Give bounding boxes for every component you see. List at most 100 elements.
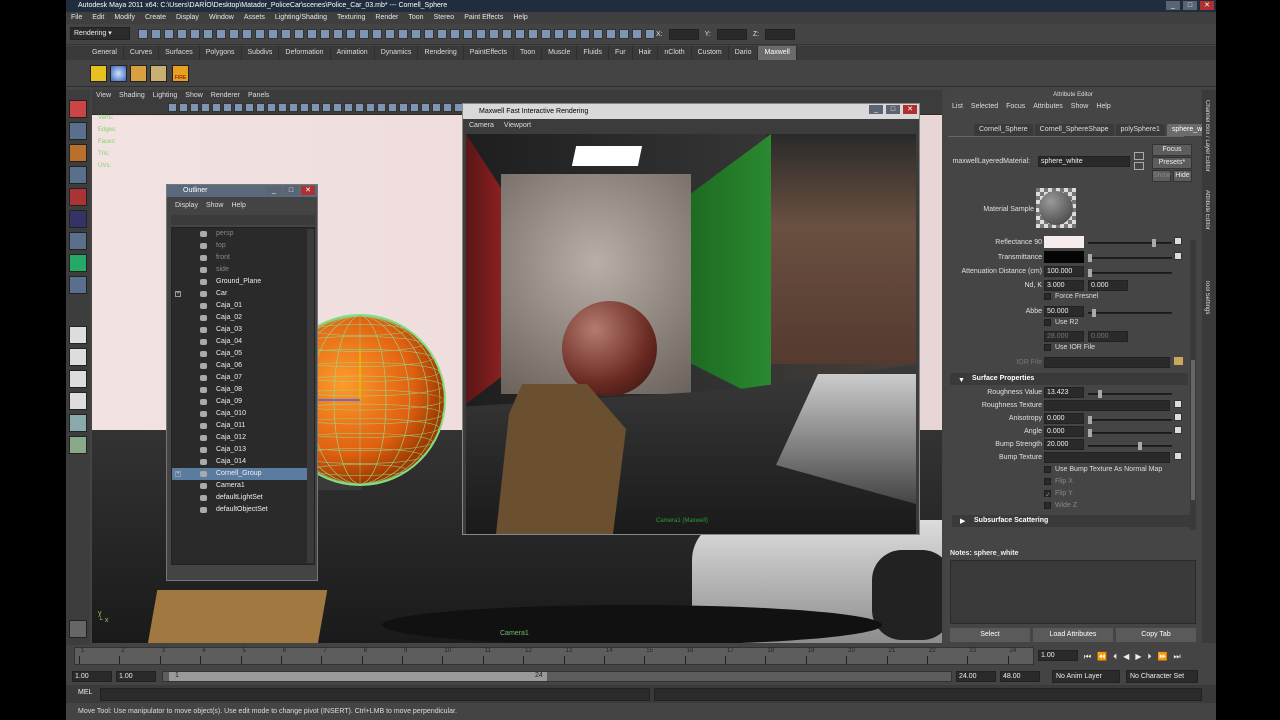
- status-tool-icon[interactable]: [489, 29, 499, 39]
- command-input[interactable]: [100, 688, 650, 701]
- graph-layout-icon[interactable]: [69, 436, 87, 454]
- folder-icon[interactable]: [1174, 357, 1183, 365]
- shelf-tab-fur[interactable]: Fur: [609, 46, 633, 60]
- menu-create[interactable]: Create: [140, 12, 171, 24]
- outliner-item[interactable]: + Car: [172, 288, 308, 300]
- viewport-tool-icon[interactable]: [278, 103, 287, 112]
- outliner-item[interactable]: top: [172, 240, 308, 252]
- gear-icon[interactable]: [69, 620, 87, 638]
- viewport-menu-view[interactable]: View: [92, 90, 115, 102]
- roughness-slider[interactable]: [1088, 390, 1172, 398]
- attenuation-slider[interactable]: [1088, 269, 1172, 277]
- status-tool-icon[interactable]: [333, 29, 343, 39]
- play-back-icon[interactable]: ◀: [1123, 652, 1129, 662]
- transmittance-map-icon[interactable]: [1174, 252, 1182, 260]
- outliner-layout-icon[interactable]: [69, 414, 87, 432]
- r2-angle-field[interactable]: 28.000: [1044, 331, 1084, 342]
- flip-y-checkbox[interactable]: ✓: [1044, 490, 1051, 499]
- outliner-item[interactable]: Caja_07: [172, 372, 308, 384]
- outliner-close-button[interactable]: ✕: [301, 186, 315, 195]
- character-set-dropdown[interactable]: No Character Set: [1126, 670, 1198, 683]
- time-slider[interactable]: 1 2 3 4 5 6 7 8 9 10 11 12 13 14 15 16 17 18 19 20 21 22 23 24 …: [66, 645, 1216, 667]
- transmittance-swatch[interactable]: [1044, 251, 1084, 263]
- status-tool-icon[interactable]: [255, 29, 265, 39]
- outliner-item[interactable]: Caja_03: [172, 324, 308, 336]
- status-tool-icon[interactable]: [437, 29, 447, 39]
- force-fresnel-checkbox[interactable]: [1044, 293, 1051, 300]
- z-field[interactable]: [765, 29, 796, 40]
- outliner-item[interactable]: Caja_010: [172, 408, 308, 420]
- step-forward-icon[interactable]: ⏩: [1157, 652, 1167, 662]
- ae-tab-cornellsphere[interactable]: Cornell_Sphere: [974, 124, 1033, 136]
- status-tool-icon[interactable]: [359, 29, 369, 39]
- subsurface-section[interactable]: Subsurface Scattering: [952, 515, 1190, 527]
- bump-texture-field[interactable]: [1044, 452, 1170, 463]
- presets-button[interactable]: Presets*: [1152, 157, 1192, 169]
- viewport-tool-icon[interactable]: [443, 103, 452, 112]
- roughness-texture-field[interactable]: [1044, 400, 1170, 411]
- outliner-menu-display[interactable]: Display: [175, 197, 198, 215]
- outliner-item[interactable]: Ground_Plane: [172, 276, 308, 288]
- maxwell-menu-viewport[interactable]: Viewport: [504, 119, 531, 132]
- menu-window[interactable]: Window: [204, 12, 239, 24]
- bump-map-icon[interactable]: [1174, 452, 1182, 460]
- viewport-menu-renderer[interactable]: Renderer: [207, 90, 244, 102]
- range-track[interactable]: 1 24: [162, 671, 952, 682]
- bump-strength-field[interactable]: 20.000: [1044, 439, 1084, 450]
- viewport-tool-icon[interactable]: [190, 103, 199, 112]
- k-field[interactable]: 0.000: [1088, 280, 1128, 291]
- use-r2-row[interactable]: Use R2: [1044, 319, 1078, 326]
- status-tool-icon[interactable]: [268, 29, 278, 39]
- rotate-tool-icon[interactable]: [69, 188, 87, 206]
- viewport-tool-icon[interactable]: [300, 103, 309, 112]
- studio-icon[interactable]: [150, 65, 167, 82]
- angle-slider[interactable]: [1088, 429, 1172, 437]
- outliner-item[interactable]: Caja_09: [172, 396, 308, 408]
- viewport-menu-lighting[interactable]: Lighting: [149, 90, 182, 102]
- outliner-item[interactable]: Caja_014: [172, 456, 308, 468]
- shelf-tab-animation[interactable]: Animation: [331, 46, 375, 60]
- status-tool-icon[interactable]: [619, 29, 629, 39]
- shelf-tab-surfaces[interactable]: Surfaces: [159, 46, 200, 60]
- status-tool-icon[interactable]: [593, 29, 603, 39]
- ae-menu-help[interactable]: Help: [1096, 100, 1110, 113]
- flip-y-row[interactable]: ✓ Flip Y: [1044, 490, 1073, 499]
- ae-menu-attributes[interactable]: Attributes: [1033, 100, 1063, 113]
- side-by-side-icon[interactable]: [69, 370, 87, 388]
- outliner-item[interactable]: Caja_08: [172, 384, 308, 396]
- r2-value-field[interactable]: 0.000: [1088, 331, 1128, 342]
- status-tool-icon[interactable]: [385, 29, 395, 39]
- step-back-icon[interactable]: ⏪: [1097, 652, 1107, 662]
- viewport-tool-icon[interactable]: [201, 103, 210, 112]
- ae-tab-cornellsphereshape[interactable]: Cornell_SphereShape: [1034, 124, 1114, 136]
- current-frame-field[interactable]: 1.00: [1038, 650, 1078, 661]
- maxwell-close-button[interactable]: ✕: [903, 105, 917, 114]
- status-tool-icon[interactable]: [177, 29, 187, 39]
- ae-menu-focus[interactable]: Focus: [1006, 100, 1025, 113]
- menu-stereo[interactable]: Stereo: [429, 12, 460, 24]
- roughness-field[interactable]: 13.423: [1044, 387, 1084, 398]
- viewport-tool-icon[interactable]: [399, 103, 408, 112]
- use-ior-checkbox[interactable]: [1044, 344, 1051, 351]
- close-button[interactable]: ✕: [1200, 1, 1214, 10]
- anisotropy-map-icon[interactable]: [1174, 413, 1182, 421]
- viewport-tool-icon[interactable]: [179, 103, 188, 112]
- x-field[interactable]: [668, 29, 699, 40]
- menu-lightingshading[interactable]: Lighting/Shading: [270, 12, 332, 24]
- copy-tab-button[interactable]: Copy Tab: [1116, 628, 1196, 642]
- playback-start-field[interactable]: 1.00: [116, 671, 156, 682]
- surface-properties-section[interactable]: Surface Properties: [950, 373, 1188, 385]
- material-name-field[interactable]: sphere_white: [1038, 156, 1130, 167]
- viewport-tool-icon[interactable]: [168, 103, 177, 112]
- status-tool-icon[interactable]: [632, 29, 642, 39]
- viewport-tool-icon[interactable]: [289, 103, 298, 112]
- outliner-item[interactable]: persp: [172, 228, 308, 240]
- show-button[interactable]: Show: [1152, 170, 1171, 182]
- notes-textarea[interactable]: [950, 560, 1196, 624]
- shelf-tab-hair[interactable]: Hair: [633, 46, 659, 60]
- abbe-slider[interactable]: [1088, 309, 1172, 317]
- scale-tool-icon[interactable]: [69, 210, 87, 228]
- step-back-key-icon[interactable]: ⏴: [1113, 652, 1117, 662]
- abbe-field[interactable]: 50.000: [1044, 306, 1084, 317]
- outliner-item[interactable]: Caja_011: [172, 420, 308, 432]
